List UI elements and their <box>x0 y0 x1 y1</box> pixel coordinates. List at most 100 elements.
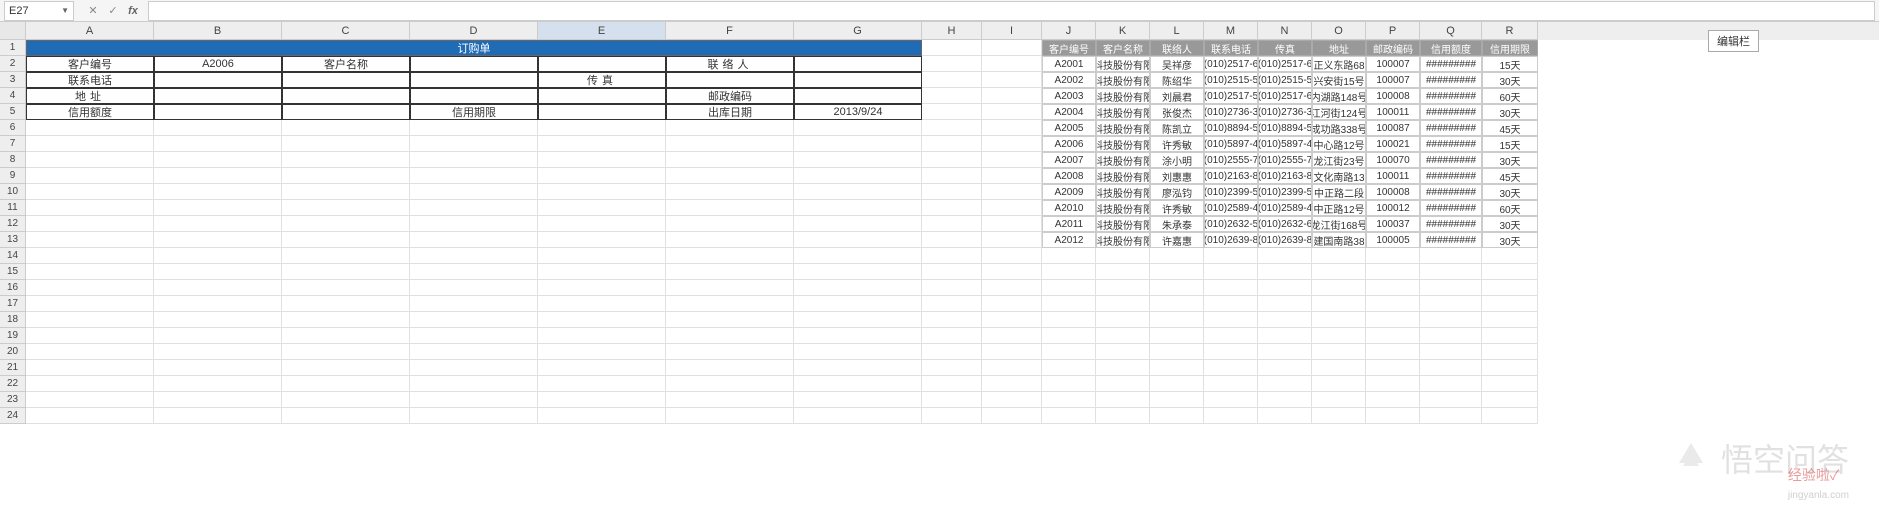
cell[interactable]: 信用期限 <box>410 104 538 120</box>
cell[interactable]: A2004 <box>1042 104 1096 120</box>
cell[interactable] <box>410 344 538 360</box>
cell[interactable]: (010)5897-4 <box>1204 136 1258 152</box>
cell[interactable] <box>1366 392 1420 408</box>
cell[interactable] <box>1096 376 1150 392</box>
cell[interactable] <box>922 232 982 248</box>
cell[interactable]: 信用期限 <box>1482 40 1538 56</box>
cell[interactable] <box>1312 392 1366 408</box>
row-header-7[interactable]: 7 <box>0 136 26 152</box>
cell[interactable] <box>1482 296 1538 312</box>
cell[interactable]: A2012 <box>1042 232 1096 248</box>
cell[interactable]: 科技股份有限 <box>1096 168 1150 184</box>
cell[interactable]: 朱承泰 <box>1150 216 1204 232</box>
cell[interactable]: 出库日期 <box>666 104 794 120</box>
cell[interactable] <box>794 328 922 344</box>
cell[interactable] <box>1482 360 1538 376</box>
cell[interactable] <box>1204 344 1258 360</box>
cell[interactable] <box>1312 280 1366 296</box>
cell[interactable] <box>794 152 922 168</box>
cell[interactable]: (010)2632-5 <box>1204 216 1258 232</box>
cell[interactable]: 科技股份有限 <box>1096 184 1150 200</box>
cell[interactable] <box>922 136 982 152</box>
cell[interactable]: 建国南路38 <box>1312 232 1366 248</box>
cell[interactable]: 科技股份有限 <box>1096 232 1150 248</box>
cell[interactable]: 科技股份有限 <box>1096 120 1150 136</box>
dropdown-icon[interactable]: ▼ <box>61 6 69 15</box>
cell[interactable]: A2011 <box>1042 216 1096 232</box>
cell[interactable]: 100008 <box>1366 184 1420 200</box>
cell[interactable] <box>922 184 982 200</box>
cell[interactable] <box>154 152 282 168</box>
cell[interactable]: (010)2399-5 <box>1204 184 1258 200</box>
cell[interactable] <box>1150 264 1204 280</box>
cell[interactable] <box>922 360 982 376</box>
cell[interactable] <box>154 136 282 152</box>
cell[interactable] <box>410 184 538 200</box>
cell[interactable] <box>982 104 1042 120</box>
cell[interactable] <box>666 72 794 88</box>
cell[interactable] <box>1482 328 1538 344</box>
cell[interactable] <box>666 136 794 152</box>
cell[interactable]: (010)2517-6 <box>1258 88 1312 104</box>
cell[interactable] <box>26 248 154 264</box>
cell[interactable]: 科技股份有限 <box>1096 152 1150 168</box>
cell[interactable] <box>1420 376 1482 392</box>
row-header-5[interactable]: 5 <box>0 104 26 120</box>
cell[interactable] <box>982 152 1042 168</box>
cell[interactable]: A2007 <box>1042 152 1096 168</box>
cell[interactable] <box>794 200 922 216</box>
cell[interactable]: A2009 <box>1042 184 1096 200</box>
cell[interactable]: (010)2555-7 <box>1258 152 1312 168</box>
cell[interactable]: (010)2163-8 <box>1258 168 1312 184</box>
cell[interactable] <box>1420 344 1482 360</box>
cell[interactable] <box>794 168 922 184</box>
cell[interactable] <box>282 200 410 216</box>
cell[interactable]: 科技股份有限 <box>1096 88 1150 104</box>
cell[interactable] <box>982 296 1042 312</box>
fx-button[interactable]: fx <box>124 2 142 20</box>
row-header-20[interactable]: 20 <box>0 344 26 360</box>
cell[interactable] <box>1366 264 1420 280</box>
cell[interactable] <box>154 216 282 232</box>
cell[interactable] <box>538 408 666 424</box>
cell[interactable]: ######### <box>1420 232 1482 248</box>
cell[interactable] <box>794 408 922 424</box>
col-header-H[interactable]: H <box>922 22 982 40</box>
cell[interactable] <box>282 168 410 184</box>
cell[interactable]: 传真 <box>1258 40 1312 56</box>
cell[interactable]: A2010 <box>1042 200 1096 216</box>
cell[interactable] <box>982 232 1042 248</box>
cell[interactable] <box>154 264 282 280</box>
cell[interactable] <box>1096 328 1150 344</box>
cell[interactable] <box>1150 296 1204 312</box>
cell[interactable] <box>410 264 538 280</box>
cell[interactable] <box>982 40 1042 56</box>
cell[interactable] <box>922 408 982 424</box>
cell[interactable]: (010)2515-5 <box>1204 72 1258 88</box>
cell[interactable] <box>666 168 794 184</box>
row-header-16[interactable]: 16 <box>0 280 26 296</box>
cell[interactable] <box>538 152 666 168</box>
cell[interactable] <box>794 248 922 264</box>
cell[interactable] <box>982 376 1042 392</box>
cell[interactable]: 45天 <box>1482 168 1538 184</box>
cell[interactable] <box>1312 328 1366 344</box>
cell[interactable] <box>666 216 794 232</box>
cell[interactable] <box>282 312 410 328</box>
cell[interactable] <box>1482 312 1538 328</box>
cell[interactable] <box>794 392 922 408</box>
cell[interactable] <box>1258 360 1312 376</box>
cell[interactable] <box>922 88 982 104</box>
cell[interactable]: 中正路12号 <box>1312 200 1366 216</box>
cell[interactable] <box>1096 408 1150 424</box>
cell[interactable] <box>666 248 794 264</box>
cell[interactable] <box>666 280 794 296</box>
cell[interactable] <box>154 408 282 424</box>
row-header-9[interactable]: 9 <box>0 168 26 184</box>
cell[interactable] <box>282 248 410 264</box>
cell[interactable] <box>410 280 538 296</box>
cell[interactable] <box>982 120 1042 136</box>
cell[interactable] <box>538 312 666 328</box>
cell[interactable]: (010)2163-8 <box>1204 168 1258 184</box>
cell[interactable]: 成功路338号 <box>1312 120 1366 136</box>
